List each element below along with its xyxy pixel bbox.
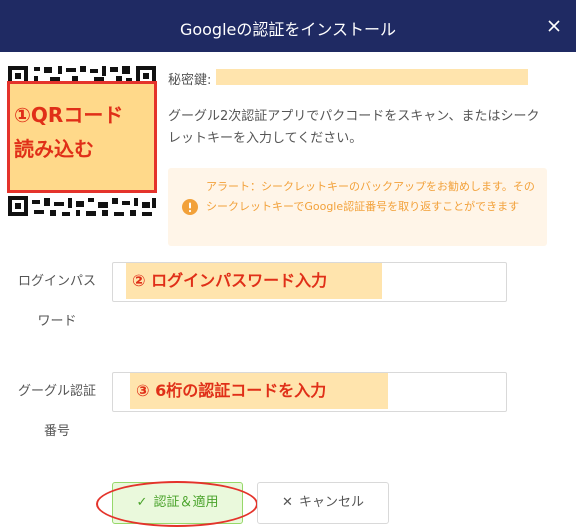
cancel-button[interactable]: ✕ キャンセル bbox=[257, 482, 389, 524]
backup-alert: アラート：シークレットキーのバックアップをお勧めします。そのシークレットキーでG… bbox=[168, 168, 547, 246]
google-code-label-line2: 番号 bbox=[43, 424, 70, 439]
cancel-button-label: キャンセル bbox=[298, 495, 364, 510]
password-annotation: ② ログインパスワード入力 bbox=[126, 263, 382, 299]
password-label-line1: ログインパス bbox=[17, 274, 96, 289]
secret-key-value bbox=[216, 69, 528, 85]
secret-key-label: 秘密鍵: bbox=[168, 73, 212, 88]
qr-annotation: ①QRコード 読み込む bbox=[7, 81, 157, 193]
close-icon[interactable] bbox=[542, 14, 566, 38]
instruction-text: グーグル2次認証アプリでパクコードをスキャン、またはシークレットキーを入力してく… bbox=[168, 109, 540, 146]
google-code-label-line1: グーグル認証 bbox=[17, 384, 96, 399]
dialog-header: Googleの認証をインストール bbox=[0, 0, 576, 52]
x-icon: ✕ bbox=[282, 495, 293, 510]
google-auth-dialog: Googleの認証をインストール ①QRコード 読み込む 秘密鍵: グーグル2次… bbox=[0, 0, 576, 529]
confirm-highlight-ring bbox=[96, 481, 258, 527]
dialog-title: Googleの認証をインストール bbox=[179, 20, 397, 39]
alert-message: アラート：シークレットキーのバックアップをお勧めします。そのシークレットキーでG… bbox=[206, 180, 535, 213]
google-code-annotation: ③ 6桁の認証コードを入力 bbox=[130, 373, 388, 409]
password-label-line2: ワード bbox=[37, 314, 77, 329]
qr-annotation-text: ①QRコード 読み込む bbox=[14, 103, 124, 161]
warning-icon bbox=[182, 199, 198, 215]
